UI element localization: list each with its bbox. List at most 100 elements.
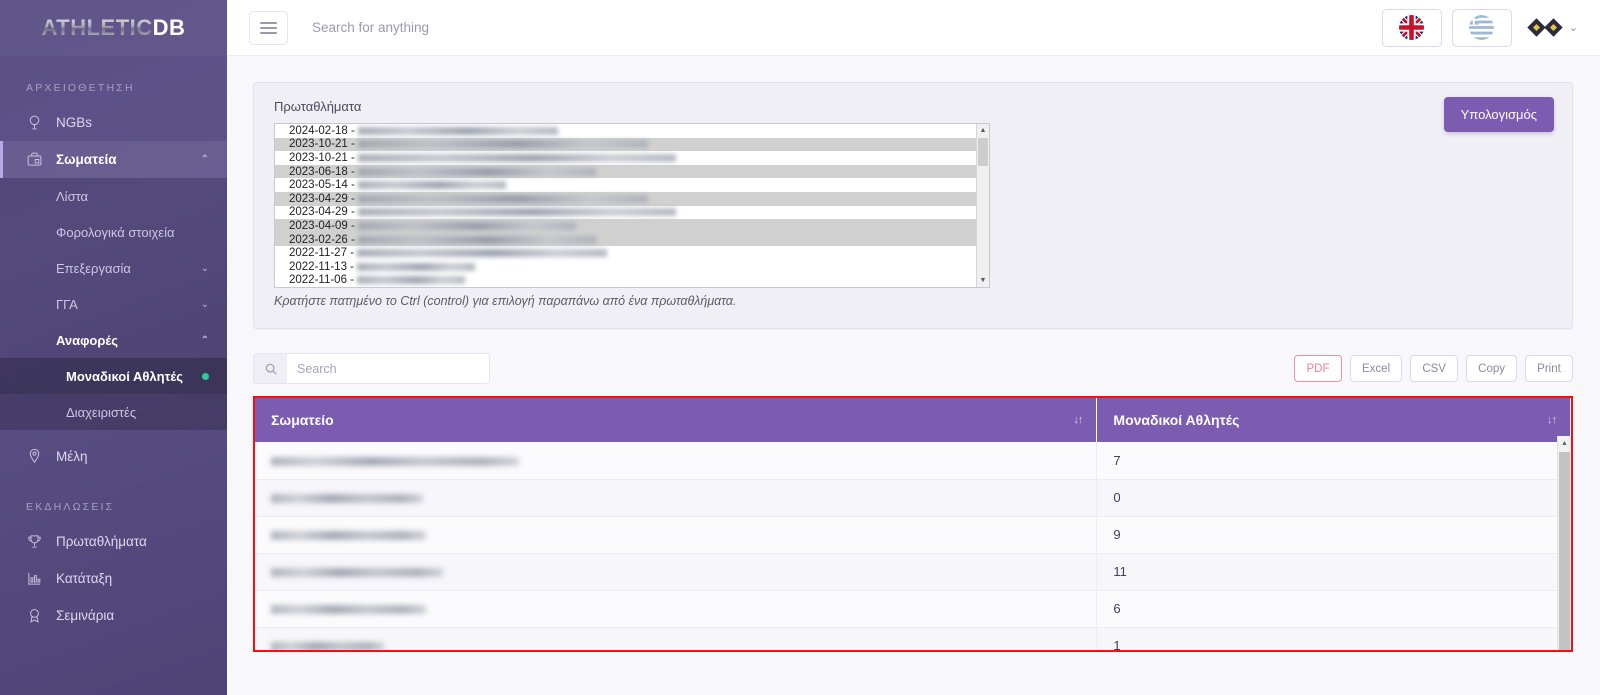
option-name-redacted — [357, 181, 506, 190]
championship-option[interactable]: 2023-04-29 - — [275, 206, 976, 220]
option-date: 2023-04-09 - — [289, 219, 355, 232]
option-date: 2024-02-18 - — [289, 124, 355, 137]
option-name-redacted — [357, 167, 596, 176]
cell-club — [255, 442, 1098, 480]
search-icon — [253, 353, 287, 384]
sort-icon[interactable]: ↓↑ — [1073, 414, 1083, 426]
sidebar-subitem-label: Επεξεργασία — [56, 260, 131, 276]
option-name-redacted — [357, 140, 648, 149]
sidebar-subitem-unique-athletes[interactable]: Μοναδικοί Αθλητές — [0, 358, 227, 394]
cell-unique-athletes: 11 — [1096, 553, 1571, 591]
option-date: 2023-05-14 - — [289, 179, 355, 192]
option-name-redacted — [357, 153, 676, 162]
table-toolbar: PDF Excel CSV Copy Print — [253, 353, 1573, 384]
cell-unique-athletes: 9 — [1096, 516, 1571, 554]
export-button-copy[interactable]: Copy — [1466, 355, 1517, 382]
sidebar-item-seminars[interactable]: Σεμινάρια — [0, 597, 227, 634]
sidebar-subitem-edit[interactable]: Επεξεργασία ⌄ — [0, 250, 227, 286]
export-button-excel[interactable]: Excel — [1350, 355, 1403, 382]
championship-option[interactable]: 2023-10-21 - — [275, 151, 976, 165]
sidebar-item-ranking[interactable]: Κατάταξη — [0, 560, 227, 597]
app-logo[interactable]: ATHLETICDB — [0, 0, 227, 56]
top-bar: ⌄ — [227, 0, 1600, 56]
sidebar-subitem-label: Μοναδικοί Αθλητές — [66, 368, 183, 384]
calculate-button[interactable]: Υπολογισμός — [1443, 97, 1554, 132]
sidebar-item-label: Κατάταξη — [56, 571, 113, 586]
export-button-csv[interactable]: CSV — [1410, 355, 1459, 382]
club-name-redacted — [271, 568, 443, 578]
sidebar-subitem-tax-data[interactable]: Φορολογικά στοιχεία — [0, 214, 227, 250]
table-row[interactable]: 6 — [255, 590, 1571, 628]
cell-unique-athletes: 0 — [1096, 479, 1571, 517]
export-button-pdf[interactable]: PDF — [1294, 355, 1343, 382]
club-name-redacted — [271, 642, 384, 650]
table-row[interactable]: 0 — [255, 479, 1571, 517]
award-icon — [26, 607, 56, 624]
sidebar-subitem-lista[interactable]: Λίστα — [0, 178, 227, 214]
chevron-up-icon: ⌃ — [200, 154, 209, 165]
scroll-down-icon[interactable]: ▼ — [977, 274, 989, 287]
championship-option[interactable]: 2022-11-27 - — [275, 246, 976, 260]
export-button-print[interactable]: Print — [1525, 355, 1573, 382]
sidebar-item-somateia[interactable]: Σωματεία ⌃ — [0, 141, 227, 178]
option-name-redacted — [357, 262, 475, 271]
championship-option[interactable]: 2023-04-29 - — [275, 191, 976, 206]
sidebar-item-label: Μέλη — [56, 449, 88, 464]
chevron-down-icon: ⌄ — [200, 298, 209, 310]
championship-option[interactable]: 2023-06-18 - — [275, 164, 976, 179]
scroll-up-icon[interactable]: ▲ — [1558, 436, 1571, 450]
column-header-unique-athletes[interactable]: Μοναδικοί Αθλητές ↓↑ — [1096, 398, 1571, 442]
option-date: 2023-10-21 - — [289, 151, 355, 164]
sidebar-subitem-gga[interactable]: ΓΓΑ ⌄ — [0, 286, 227, 322]
sort-icon[interactable]: ↓↑ — [1547, 414, 1557, 426]
option-date: 2022-11-27 - — [289, 247, 354, 260]
table-scrollbar[interactable]: ▲ — [1557, 436, 1571, 650]
user-menu[interactable]: ⌄ — [1527, 18, 1578, 37]
sidebar-subitem-reports[interactable]: Αναφορές ⌃ — [0, 322, 227, 358]
column-header-club[interactable]: Σωματείο ↓↑ — [255, 398, 1098, 442]
championships-multiselect[interactable]: 2024-02-18 -2023-10-21 -2023-10-21 -2023… — [274, 123, 990, 288]
table-search-input[interactable] — [287, 353, 490, 384]
option-date: 2022-11-06 - — [289, 274, 354, 287]
championship-option[interactable]: 2023-05-14 - — [275, 178, 976, 192]
global-search-input[interactable] — [312, 20, 732, 35]
sidebar-submenu-reports: Μοναδικοί Αθλητές Διαχειριστές — [0, 358, 227, 430]
language-button-en[interactable] — [1381, 8, 1442, 47]
option-name-redacted — [357, 126, 558, 135]
uk-flag-icon — [1399, 15, 1425, 40]
scrollbar-thumb[interactable] — [978, 138, 988, 166]
option-date: 2023-04-29 - — [289, 192, 355, 205]
table-row[interactable]: 7 — [255, 442, 1571, 480]
sidebar-item-members[interactable]: Μέλη — [0, 438, 227, 475]
scroll-up-icon[interactable]: ▲ — [977, 124, 989, 137]
cell-club — [255, 516, 1098, 554]
sidebar-subitem-label: Φορολογικά στοιχεία — [56, 224, 175, 240]
greece-flag-icon — [1469, 15, 1495, 40]
sidebar-section-archive: ΑΡΧΕΙΟΘΕΤΗΣΗ NGBs Σωματεία ⌃ Λίστα Φορολ… — [0, 56, 227, 475]
championship-option[interactable]: 2022-11-06 - — [275, 274, 976, 287]
hamburger-menu-icon[interactable] — [249, 10, 288, 45]
table-row[interactable]: 11 — [255, 553, 1571, 591]
table-header-row: Σωματείο ↓↑ Μοναδικοί Αθλητές ↓↑ — [255, 398, 1571, 442]
language-button-el[interactable] — [1451, 8, 1512, 47]
chevron-up-icon: ⌃ — [200, 334, 209, 346]
sidebar-item-label: Πρωταθλήματα — [56, 534, 147, 549]
option-date: 2023-02-26 - — [289, 233, 355, 246]
chevron-down-icon: ⌄ — [1568, 22, 1578, 34]
table-row[interactable]: 1 — [255, 627, 1571, 650]
option-name-redacted — [357, 276, 465, 285]
sidebar-subitem-administrators[interactable]: Διαχειριστές — [0, 394, 227, 430]
sidebar-item-championships[interactable]: Πρωταθλήματα — [0, 523, 227, 560]
championships-option-list[interactable]: 2024-02-18 -2023-10-21 -2023-10-21 -2023… — [275, 124, 976, 287]
scrollbar-thumb[interactable] — [1559, 452, 1570, 650]
championship-option[interactable]: 2023-10-21 - — [275, 137, 976, 152]
championship-option[interactable]: 2022-11-13 - — [275, 260, 976, 274]
championship-option[interactable]: 2024-02-18 - — [275, 124, 976, 138]
sidebar-item-ngbs[interactable]: NGBs — [0, 104, 227, 141]
globe-icon — [26, 114, 56, 131]
table-row[interactable]: 9 — [255, 516, 1571, 554]
championship-option[interactable]: 2023-02-26 - — [275, 232, 976, 247]
championship-option[interactable]: 2023-04-09 - — [275, 219, 976, 233]
listbox-scrollbar[interactable]: ▲ ▼ — [976, 124, 989, 287]
table-search[interactable] — [253, 353, 490, 384]
